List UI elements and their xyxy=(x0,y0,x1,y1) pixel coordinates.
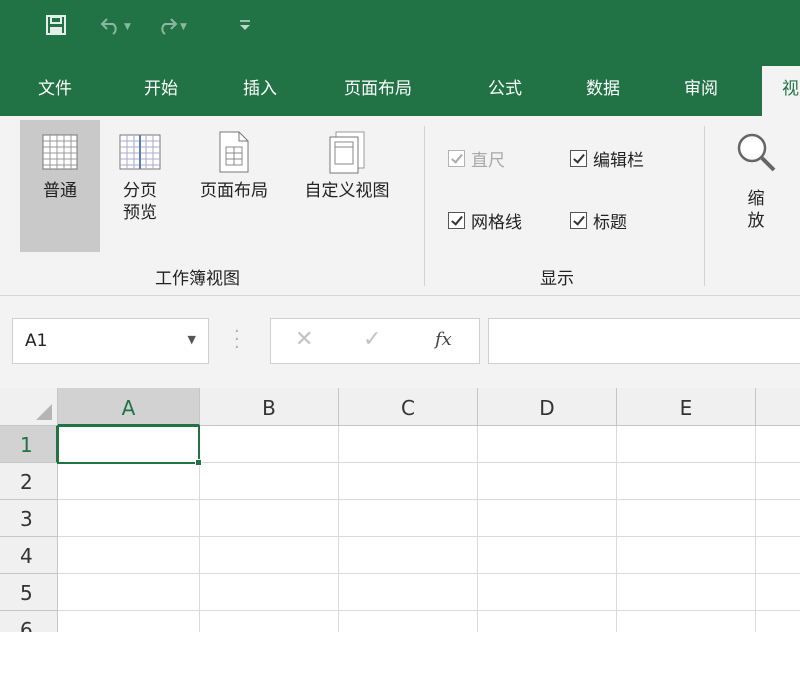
insert-function-icon[interactable]: fx xyxy=(435,329,452,350)
normal-view-icon xyxy=(42,134,78,170)
row-header-4[interactable]: 4 xyxy=(0,537,58,574)
formula-input[interactable] xyxy=(488,318,800,364)
tab-formulas[interactable]: 公式 xyxy=(488,74,522,99)
page-layout-view-button[interactable]: 页面布局 xyxy=(182,120,286,252)
ribbon-tabs: 文件 开始 插入 页面布局 公式 数据 审阅 视 xyxy=(0,52,800,116)
gridline xyxy=(755,426,756,632)
quick-access-toolbar: ▼ ▼ xyxy=(0,0,800,52)
formula-buttons: ✕ ✓ fx xyxy=(270,318,480,364)
column-header-c[interactable]: C xyxy=(339,388,478,426)
row-header-3[interactable]: 3 xyxy=(0,500,58,537)
ruler-check-box xyxy=(448,150,465,167)
undo-button[interactable]: ▼ xyxy=(100,10,140,40)
tab-page-layout[interactable]: 页面布局 xyxy=(344,74,412,99)
normal-view-button[interactable]: 普通 xyxy=(20,120,100,252)
custom-views-icon xyxy=(329,131,365,174)
redo-icon xyxy=(161,18,178,35)
page-break-preview-icon xyxy=(119,134,161,170)
redo-button[interactable]: ▼ xyxy=(156,10,196,40)
ribbon-view-panel: 普通 分页 预览 页面布局 自定义视图 工作簿视图 直尺 编辑栏 网格线 标题 … xyxy=(0,116,800,296)
zoom-label-2: 放 xyxy=(747,211,765,231)
undo-icon xyxy=(100,18,117,35)
name-box-value: A1 xyxy=(25,331,48,351)
gridline xyxy=(58,499,800,500)
tab-home[interactable]: 开始 xyxy=(144,74,178,99)
ruler-label: 直尺 xyxy=(471,151,505,171)
gridlines-label: 网格线 xyxy=(471,213,522,233)
gridlines-checkbox[interactable]: 网格线 xyxy=(448,208,522,233)
customize-qat-button[interactable] xyxy=(238,10,262,40)
tab-view[interactable]: 视 xyxy=(762,66,800,116)
page-layout-icon xyxy=(219,131,249,173)
ribbon-group-separator xyxy=(704,126,705,286)
column-header-e[interactable]: E xyxy=(617,388,756,426)
zoom-label-1: 缩 xyxy=(747,189,765,209)
gridline xyxy=(58,610,800,611)
column-header-d[interactable]: D xyxy=(478,388,617,426)
page-break-preview-button[interactable]: 分页 预览 xyxy=(104,120,176,252)
page-break-preview-label-1: 分页 xyxy=(123,181,157,201)
tab-insert[interactable]: 插入 xyxy=(243,74,277,99)
row-header-1[interactable]: 1 xyxy=(0,426,58,463)
save-button[interactable] xyxy=(46,10,76,40)
gridline xyxy=(58,536,800,537)
worksheet-grid: A B C D E 1 2 3 4 5 6 xyxy=(0,388,800,632)
custom-views-button[interactable]: 自定义视图 xyxy=(286,120,408,252)
row-header-2[interactable]: 2 xyxy=(0,463,58,500)
tab-file[interactable]: 文件 xyxy=(38,74,72,99)
zoom-magnifier-icon xyxy=(737,133,776,172)
page-layout-view-label: 页面布局 xyxy=(200,181,268,201)
headings-label: 标题 xyxy=(593,213,627,233)
page-break-preview-label-2: 预览 xyxy=(123,203,157,223)
name-box-dropdown-icon[interactable]: ▼ xyxy=(188,333,196,346)
headings-check-box xyxy=(570,212,587,229)
select-all-triangle-icon xyxy=(36,404,52,420)
gridline xyxy=(338,426,339,632)
cancel-entry-icon[interactable]: ✕ xyxy=(295,327,313,352)
select-all-button[interactable] xyxy=(0,388,58,426)
fill-handle[interactable] xyxy=(195,459,202,466)
row-header-6[interactable]: 6 xyxy=(0,611,58,632)
custom-views-label: 自定义视图 xyxy=(304,181,390,201)
formula-bar-area: A1 ▼ · · · ✕ ✓ fx xyxy=(0,296,800,388)
headings-checkbox[interactable]: 标题 xyxy=(570,208,627,233)
confirm-entry-icon[interactable]: ✓ xyxy=(363,327,381,352)
splitter-handle-icon[interactable]: · · · xyxy=(234,323,240,357)
column-header-f-partial[interactable] xyxy=(756,388,800,426)
gridline xyxy=(616,426,617,632)
active-cell-a1[interactable] xyxy=(57,425,200,464)
name-box[interactable]: A1 ▼ xyxy=(12,318,209,364)
tab-data[interactable]: 数据 xyxy=(586,74,620,99)
ribbon-group-separator xyxy=(424,126,425,286)
tab-review[interactable]: 审阅 xyxy=(684,74,718,99)
redo-dropdown-icon[interactable]: ▼ xyxy=(180,22,187,32)
formula-bar-label: 编辑栏 xyxy=(593,151,644,171)
gridlines-check-box xyxy=(448,212,465,229)
save-icon xyxy=(46,15,66,35)
customize-qat-icon xyxy=(240,20,250,30)
column-header-b[interactable]: B xyxy=(200,388,339,426)
undo-dropdown-icon[interactable]: ▼ xyxy=(124,22,131,32)
formula-bar-check-box xyxy=(570,150,587,167)
ruler-checkbox[interactable]: 直尺 xyxy=(448,146,505,171)
formula-bar-checkbox[interactable]: 编辑栏 xyxy=(570,146,644,171)
row-header-5[interactable]: 5 xyxy=(0,574,58,611)
zoom-button[interactable]: 缩 放 xyxy=(726,120,786,252)
show-group-label: 显示 xyxy=(540,269,574,289)
workbook-views-group-label: 工作簿视图 xyxy=(155,269,240,289)
column-header-a[interactable]: A xyxy=(58,388,200,426)
excel-window: ▼ ▼ 文件 开始 插入 页面布局 公式 数据 审阅 视 普通 分页 预览 页面… xyxy=(0,0,800,632)
gridline xyxy=(477,426,478,632)
normal-view-label: 普通 xyxy=(43,181,77,201)
gridline xyxy=(58,573,800,574)
